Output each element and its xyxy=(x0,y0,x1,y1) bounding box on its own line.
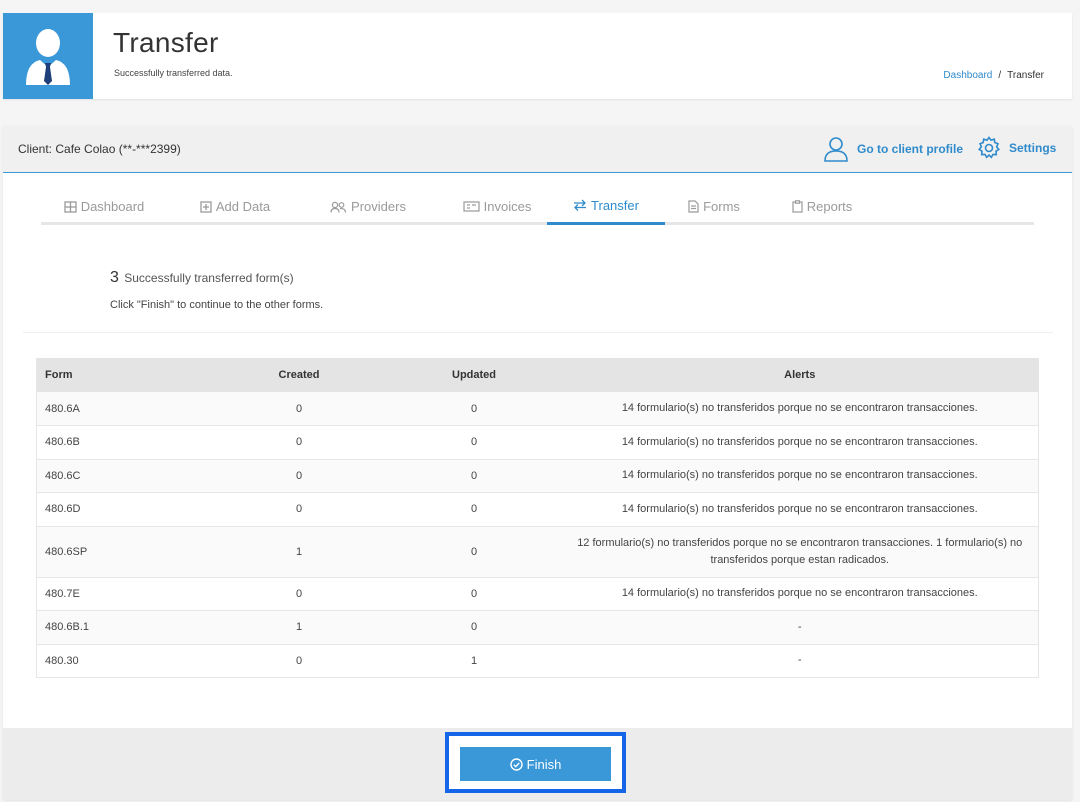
finish-button-label: Finish xyxy=(526,756,562,772)
settings-link-label: Settings xyxy=(1009,141,1057,155)
cell-updated: 1 xyxy=(386,644,562,678)
divider xyxy=(23,332,1053,333)
cell-alerts: 14 formulario(s) no transferidos porque … xyxy=(561,392,1039,426)
client-label-prefix: Client: xyxy=(18,142,53,156)
table-row: 480.6A 0 0 14 formulario(s) no transferi… xyxy=(36,392,1039,426)
cell-updated: 0 xyxy=(386,459,562,493)
tab-label: Transfer xyxy=(591,197,639,213)
cell-created: 0 xyxy=(211,459,387,493)
column-header-alerts: Alerts xyxy=(561,358,1039,392)
column-header-created: Created xyxy=(211,358,387,392)
tab-label: Reports xyxy=(806,199,853,214)
breadcrumb-separator: / xyxy=(998,70,1002,81)
profile-link-label: Go to client profile xyxy=(857,142,964,156)
document-icon xyxy=(688,200,699,213)
transfer-card: Client: Cafe Colao (**-***2399) Go to cl… xyxy=(3,126,1072,800)
gear-icon xyxy=(978,136,1000,159)
tab-invoices[interactable]: Invoices xyxy=(433,188,561,225)
tab-label: Forms xyxy=(703,199,740,214)
settings-link[interactable]: Settings xyxy=(977,136,1056,160)
transferred-text: Successfully transferred form(s) xyxy=(124,271,294,285)
transfer-icon xyxy=(574,199,587,211)
cell-created: 0 xyxy=(211,492,387,527)
client-bar: Client: Cafe Colao (**-***2399) Go to cl… xyxy=(3,126,1072,173)
cell-form: 480.6B xyxy=(36,425,212,460)
cell-updated: 0 xyxy=(386,425,562,460)
cell-updated: 0 xyxy=(386,492,562,527)
tab-add-data[interactable]: Add Data xyxy=(167,188,303,225)
transfer-summary: 3 Successfully transferred form(s) xyxy=(110,269,294,287)
tab-reports[interactable]: Reports xyxy=(763,188,881,225)
tab-label: Providers xyxy=(351,199,406,214)
table-row: 480.7E 0 0 14 formulario(s) no transferi… xyxy=(36,577,1039,611)
tab-dashboard[interactable]: Dashboard xyxy=(41,188,167,225)
table-header-row: Form Created Updated Alerts xyxy=(36,358,1039,392)
invoice-icon xyxy=(463,201,480,212)
transferred-count: 3 xyxy=(110,269,119,286)
grid-icon xyxy=(64,200,77,213)
cell-updated: 0 xyxy=(386,526,562,578)
cell-alerts: 14 formulario(s) no transferidos porque … xyxy=(561,425,1039,460)
cell-form: 480.30 xyxy=(36,644,212,678)
finish-instruction: Click "Finish" to continue to the other … xyxy=(110,299,324,311)
user-outline-icon xyxy=(824,137,848,162)
client-info: Client: Cafe Colao (**-***2399) xyxy=(18,142,181,156)
breadcrumb-dashboard-link[interactable]: Dashboard xyxy=(943,70,992,81)
cell-created: 0 xyxy=(211,644,387,678)
cell-form: 480.6SP xyxy=(36,526,212,578)
user-avatar xyxy=(3,13,93,99)
nav-tabs: Dashboard Add Data Providers Invoices Tr… xyxy=(41,188,1034,225)
table-row: 480.30 0 1 - xyxy=(36,644,1039,678)
transfer-results-table: Form Created Updated Alerts 480.6A 0 0 1… xyxy=(36,358,1039,678)
client-name: Cafe Colao (**-***2399) xyxy=(55,142,181,156)
table-row: 480.6B 0 0 14 formulario(s) no transferi… xyxy=(36,425,1039,460)
breadcrumb-current: Transfer xyxy=(1007,70,1044,81)
cell-form: 480.6D xyxy=(36,492,212,527)
tab-transfer[interactable]: Transfer xyxy=(547,188,665,225)
go-to-client-profile-link[interactable]: Go to client profile xyxy=(823,136,963,162)
table-row: 480.6SP 1 0 12 formulario(s) no transfer… xyxy=(36,526,1039,578)
table-row: 480.6C 0 0 14 formulario(s) no transferi… xyxy=(36,459,1039,493)
cell-created: 1 xyxy=(211,610,387,645)
cell-alerts: 14 formulario(s) no transferidos porque … xyxy=(561,459,1039,493)
tab-forms[interactable]: Forms xyxy=(665,188,763,225)
column-header-form: Form xyxy=(36,358,212,392)
cell-alerts: 14 formulario(s) no transferidos porque … xyxy=(561,492,1039,527)
plus-square-icon xyxy=(200,200,212,213)
clipboard-icon xyxy=(792,200,803,213)
page-subtitle: Successfully transferred data. xyxy=(114,68,233,78)
page-header: Transfer Successfully transferred data. … xyxy=(3,13,1072,99)
cell-alerts: - xyxy=(561,644,1039,678)
cell-created: 0 xyxy=(211,577,387,611)
cell-form: 480.6A xyxy=(36,392,212,426)
user-icon xyxy=(26,29,70,85)
breadcrumb: Dashboard / Transfer xyxy=(943,70,1044,81)
tab-label: Dashboard xyxy=(80,199,145,214)
cell-updated: 0 xyxy=(386,392,562,426)
cell-form: 480.6B.1 xyxy=(36,610,212,645)
cell-created: 1 xyxy=(211,526,387,578)
tab-label: Add Data xyxy=(215,199,271,214)
cell-form: 480.6C xyxy=(36,459,212,493)
cell-alerts: 14 formulario(s) no transferidos porque … xyxy=(561,577,1039,611)
column-header-updated: Updated xyxy=(386,358,562,392)
cell-form: 480.7E xyxy=(36,577,212,611)
finish-button[interactable]: Finish xyxy=(460,747,611,781)
cell-alerts: 12 formulario(s) no transferidos porque … xyxy=(561,526,1039,578)
page-title: Transfer xyxy=(113,27,219,58)
table-row: 480.6D 0 0 14 formulario(s) no transferi… xyxy=(36,492,1039,527)
check-circle-icon xyxy=(509,757,523,771)
table-row: 480.6B.1 1 0 - xyxy=(36,610,1039,645)
tab-label: Invoices xyxy=(483,199,532,214)
tab-providers[interactable]: Providers xyxy=(303,188,433,225)
cell-created: 0 xyxy=(211,392,387,426)
users-icon xyxy=(330,201,347,213)
cell-updated: 0 xyxy=(386,577,562,611)
cell-created: 0 xyxy=(211,425,387,460)
cell-alerts: - xyxy=(561,610,1039,645)
cell-updated: 0 xyxy=(386,610,562,645)
